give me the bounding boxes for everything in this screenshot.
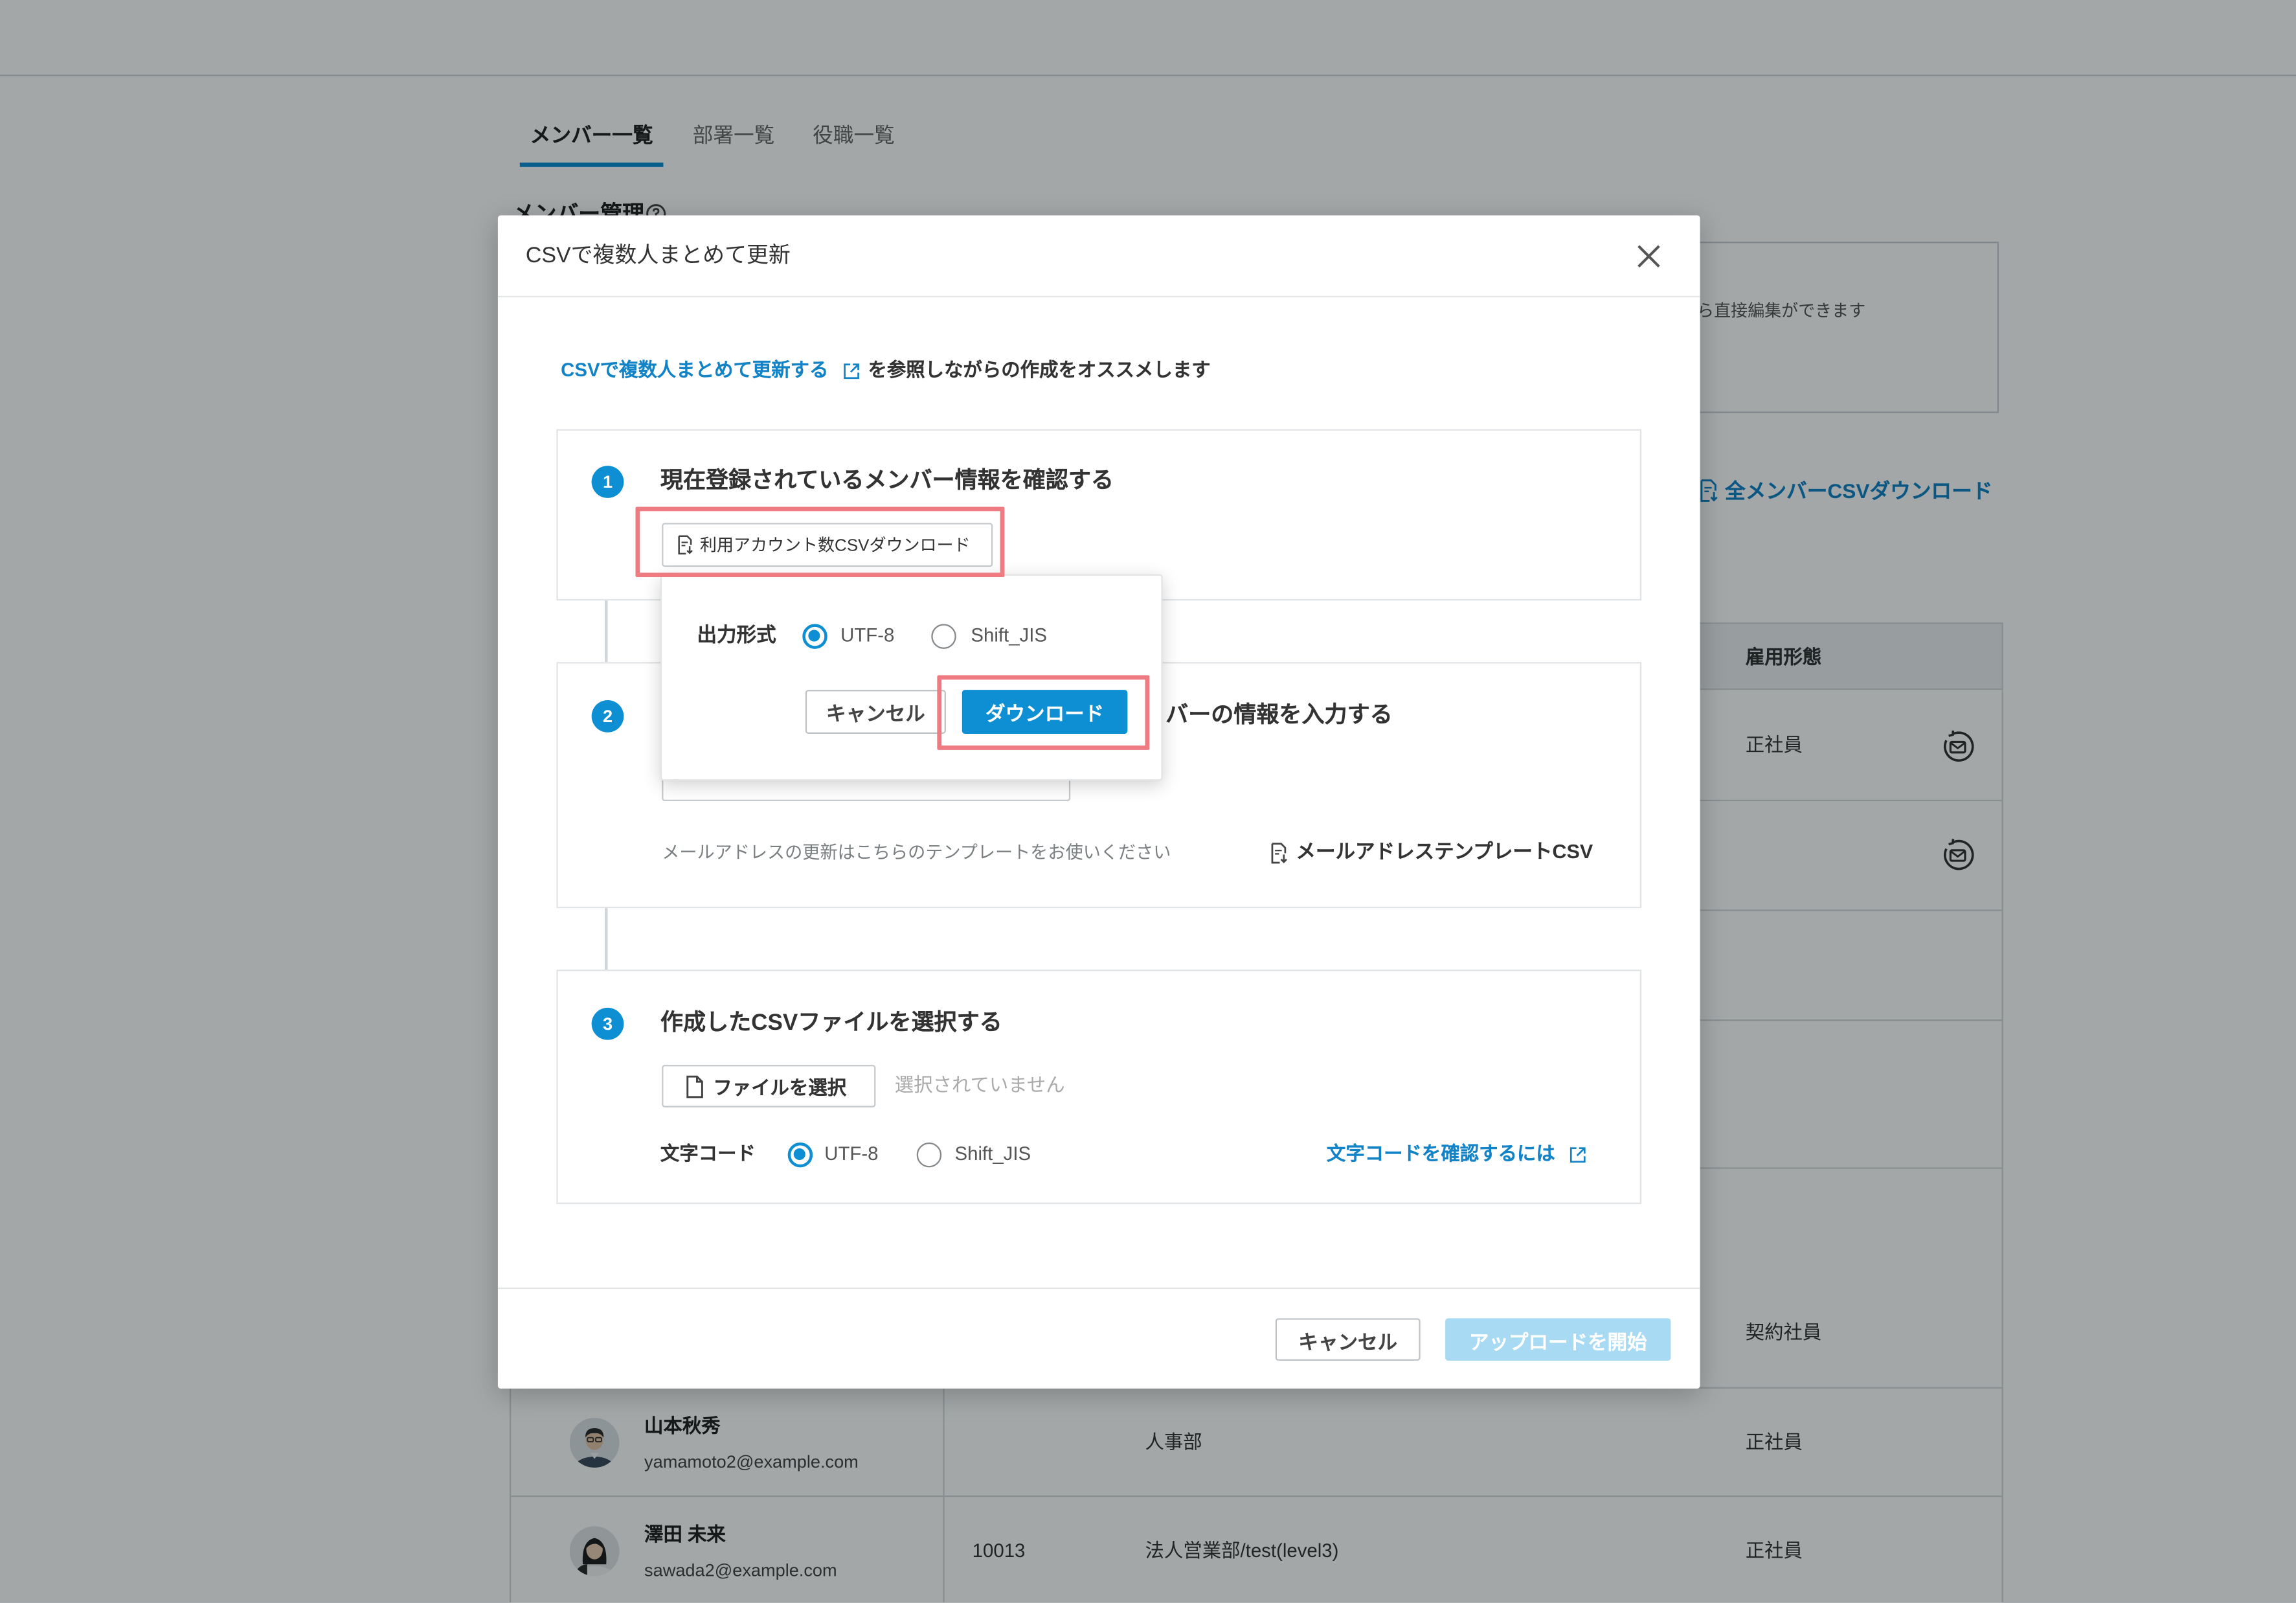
format-label: 出力形式 bbox=[697, 624, 776, 646]
button-label: アップロードを開始 bbox=[1469, 1330, 1647, 1353]
close-icon[interactable] bbox=[1636, 243, 1662, 269]
step-number: 2 bbox=[591, 699, 624, 733]
format-option-label[interactable]: UTF-8 bbox=[840, 621, 894, 650]
intro-text: を参照しながらの作成をオススメします bbox=[868, 359, 1211, 381]
header-divider bbox=[497, 295, 1700, 298]
step-number: 3 bbox=[591, 1007, 624, 1040]
file-status: 選択されていません bbox=[894, 1073, 1065, 1096]
popover-cancel-button[interactable]: キャンセル bbox=[805, 690, 946, 734]
email-template-csv-link[interactable]: メールアドレステンプレートCSV bbox=[1270, 838, 1593, 867]
choose-file-button[interactable]: ファイルを選択 bbox=[662, 1065, 876, 1108]
encoding-help-link[interactable]: 文字コードを確認するには bbox=[1327, 1139, 1588, 1168]
encoding-radio-utf8[interactable] bbox=[787, 1141, 813, 1167]
step-connector bbox=[604, 600, 608, 663]
step-connector bbox=[604, 908, 608, 970]
external-link-icon bbox=[1568, 1144, 1587, 1163]
format-radio-shift-jis[interactable] bbox=[930, 623, 956, 648]
encoding-radio-shift-jis[interactable] bbox=[916, 1141, 941, 1167]
modal-title: CSVで複数人まとめて更新 bbox=[525, 243, 791, 268]
help-article-link[interactable]: CSVで複数人まとめて更新する bbox=[561, 356, 828, 385]
intro-line: CSVで複数人まとめて更新する を参照しながらの作成をオススメします bbox=[561, 356, 1211, 385]
highlight-frame-download-button bbox=[937, 675, 1150, 750]
button-label: キャンセル bbox=[1298, 1330, 1398, 1353]
format-radio-utf8[interactable] bbox=[802, 623, 827, 648]
file-icon bbox=[685, 1074, 704, 1098]
csv-download-icon bbox=[1270, 841, 1289, 863]
email-update-note: メールアドレスの更新はこちらのテンプレートをお使いください bbox=[662, 842, 1171, 863]
email-template-csv-label: メールアドレステンプレートCSV bbox=[1296, 841, 1593, 863]
screen: メンバー一覧 部署一覧 役職一覧 メンバー管理 ら直接編集ができます 全メンバー… bbox=[0, 0, 2296, 1603]
csv-bulk-update-modal: CSVで複数人まとめて更新 CSVで複数人まとめて更新する を参照しながらの作成… bbox=[497, 215, 1700, 1389]
upload-start-button[interactable]: アップロードを開始 bbox=[1445, 1318, 1671, 1361]
modal-cancel-button[interactable]: キャンセル bbox=[1275, 1318, 1421, 1361]
button-label: キャンセル bbox=[826, 703, 925, 725]
format-option-label[interactable]: Shift_JIS bbox=[971, 621, 1047, 650]
step-2-title: バーの情報を入力する bbox=[1165, 703, 1393, 728]
footer-divider bbox=[497, 1287, 1700, 1290]
encoding-help-label: 文字コードを確認するには bbox=[1326, 1142, 1555, 1165]
encoding-option-label[interactable]: Shift_JIS bbox=[954, 1139, 1031, 1168]
step-3-card: 3 作成したCSVファイルを選択する ファイルを選択 選択されていません 文字コ… bbox=[556, 970, 1642, 1204]
external-link-icon[interactable] bbox=[842, 361, 861, 380]
step-3-title: 作成したCSVファイルを選択する bbox=[660, 1010, 1002, 1036]
encoding-option-label[interactable]: UTF-8 bbox=[824, 1139, 878, 1168]
button-label: ファイルを選択 bbox=[713, 1076, 847, 1099]
highlight-frame-account-csv-button bbox=[635, 506, 1005, 578]
encoding-label: 文字コード bbox=[660, 1142, 756, 1165]
step-number: 1 bbox=[591, 466, 624, 498]
step-1-title: 現在登録されているメンバー情報を確認する bbox=[660, 468, 1114, 494]
